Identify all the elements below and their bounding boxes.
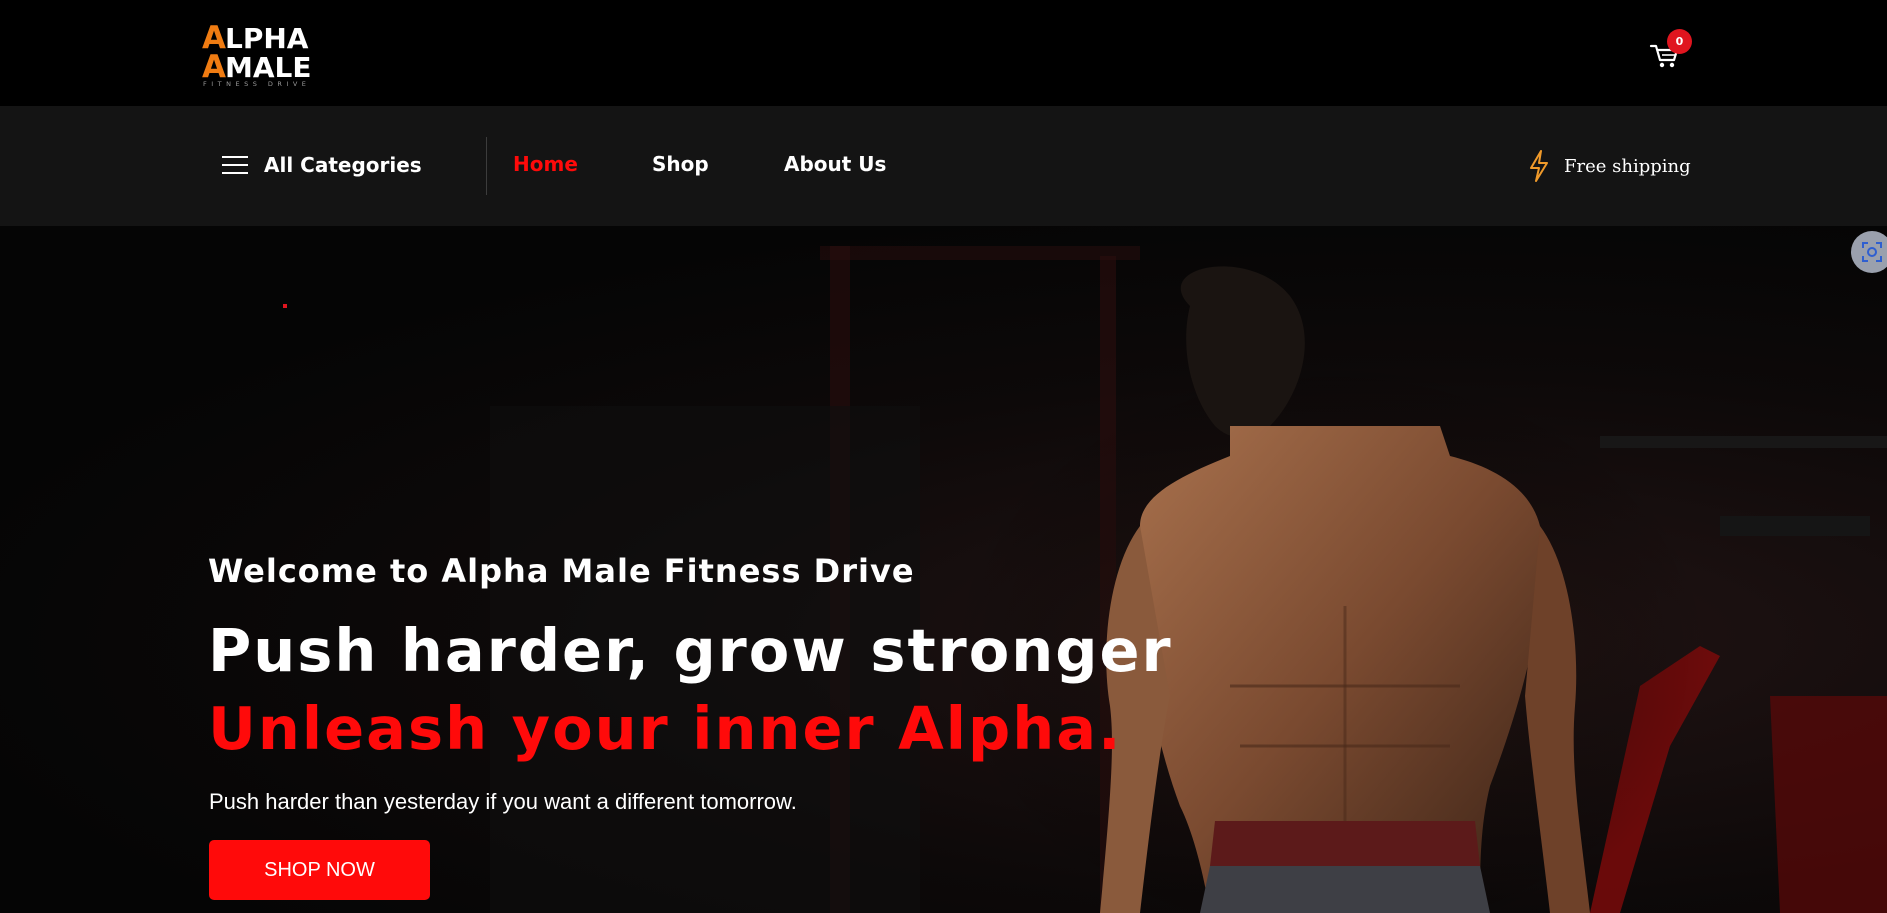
nav-link-shop[interactable]: Shop <box>652 152 709 176</box>
nav-link-home[interactable]: Home <box>513 152 578 176</box>
free-shipping-notice: Free shipping <box>1528 150 1691 182</box>
hamburger-icon <box>222 156 248 174</box>
nav-link-about-us[interactable]: About Us <box>784 152 886 176</box>
nav-divider <box>486 137 487 195</box>
cart-count-badge: 0 <box>1667 29 1692 54</box>
all-categories-button[interactable]: All Categories <box>222 150 422 180</box>
lightning-icon <box>1530 150 1548 182</box>
free-shipping-label: Free shipping <box>1564 155 1691 177</box>
red-dot-decoration <box>283 304 287 308</box>
hero-subheadline: Unleash your inner Alpha. <box>208 694 1123 763</box>
lens-icon[interactable] <box>1851 231 1887 273</box>
shop-now-button[interactable]: SHOP NOW <box>209 840 430 900</box>
hero-tagline: Push harder than yesterday if you want a… <box>209 789 797 814</box>
site-logo[interactable]: A LPHA A MALE FITNESS DRIVE <box>200 18 342 88</box>
all-categories-label: All Categories <box>264 153 422 177</box>
hero-headline: Push harder, grow stronger <box>208 616 1173 685</box>
svg-text:FITNESS DRIVE: FITNESS DRIVE <box>203 80 310 88</box>
hero-welcome-text: Welcome to Alpha Male Fitness Drive <box>208 552 915 590</box>
